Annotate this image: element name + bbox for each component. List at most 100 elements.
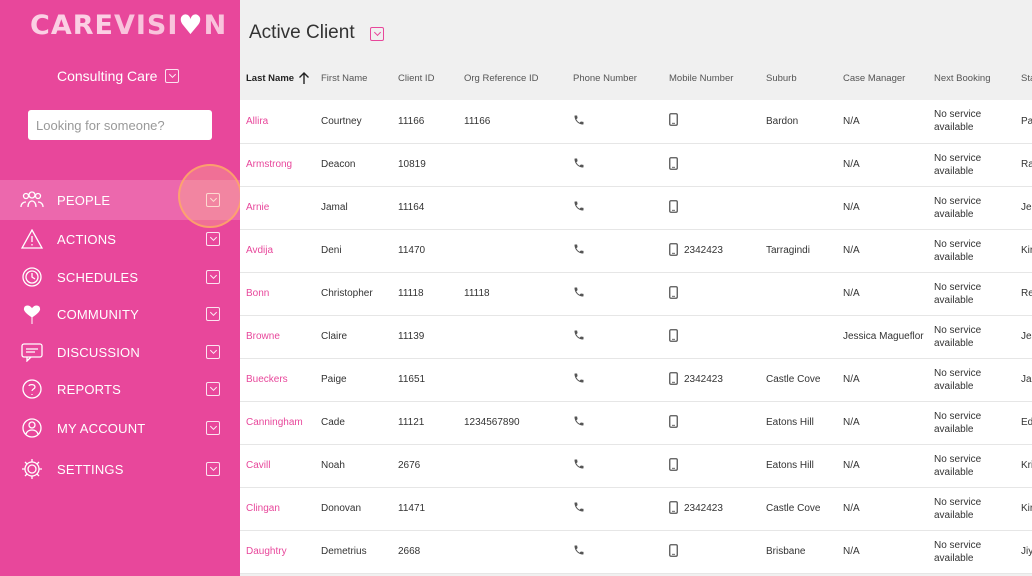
phone-icon[interactable]: [573, 200, 585, 215]
last-name-link[interactable]: Bueckers: [240, 358, 315, 402]
table-row[interactable]: Arnie Jamal 11164 N/A No service available Je…: [240, 186, 1032, 230]
mobile-phone-icon[interactable]: [669, 199, 678, 216]
mobile-phone-icon[interactable]: [669, 113, 678, 129]
chevron-down-icon[interactable]: [206, 382, 220, 396]
phone-icon[interactable]: [573, 114, 585, 129]
mobile-phone-icon[interactable]: [669, 328, 678, 345]
chevron-down-icon[interactable]: [206, 270, 220, 284]
last-name-link[interactable]: Clingan: [240, 487, 315, 531]
chevron-down-icon[interactable]: [206, 345, 220, 359]
chevron-down-icon[interactable]: [165, 69, 180, 83]
case-manager-cell: N/A: [837, 229, 928, 273]
phone-number-cell: [567, 530, 663, 574]
table-row[interactable]: Bonn Christopher 11118 11118 N/A No service a…: [240, 272, 1032, 316]
column-header-case-manager[interactable]: Case Manager: [837, 57, 928, 100]
last-name-link[interactable]: Armstrong: [240, 143, 315, 187]
last-name-link[interactable]: Avdija: [240, 229, 315, 273]
chevron-down-icon[interactable]: [206, 421, 220, 435]
last-name-link[interactable]: Bonn: [240, 272, 315, 316]
column-header-first-name[interactable]: First Name: [315, 57, 392, 100]
phone-icon[interactable]: [573, 372, 585, 387]
sidebar-item-label: COMMUNITY: [57, 306, 139, 322]
sidebar-item-label: PEOPLE: [57, 192, 111, 208]
search-input[interactable]: [28, 110, 212, 140]
column-header-org-reference-id[interactable]: Org Reference ID: [458, 57, 567, 100]
table-row[interactable]: Canningham Cade 11121 1234567890 Eatons Hill…: [240, 401, 1032, 445]
case-manager-cell: N/A: [837, 487, 928, 531]
phone-number-cell: [567, 487, 663, 531]
column-header-phone-number[interactable]: Phone Number: [567, 57, 663, 100]
status-cell: Jer: [1015, 186, 1032, 230]
status-cell: Kir: [1015, 229, 1032, 273]
table-row[interactable]: Clingan Donovan 11471 2342423 Castle Cove N/A…: [240, 487, 1032, 531]
phone-icon[interactable]: [573, 243, 585, 258]
column-header-next-booking[interactable]: Next Booking: [928, 57, 1015, 100]
last-name-link[interactable]: Cavill: [240, 444, 315, 488]
mobile-phone-icon[interactable]: [669, 156, 678, 173]
phone-icon[interactable]: [573, 286, 585, 301]
first-name-cell: Cade: [315, 401, 392, 445]
sidebar-item-reports[interactable]: REPORTS: [0, 370, 240, 408]
org-reference-id-cell: [458, 186, 567, 230]
status-cell: Jiy: [1015, 530, 1032, 574]
phone-icon[interactable]: [573, 501, 585, 516]
table-row[interactable]: Avdija Deni 11470 2342423 Tarragindi N/A No se…: [240, 229, 1032, 273]
table-row[interactable]: Allira Courtney 11166 11166 Bardon N/A No serv…: [240, 100, 1032, 144]
phone-icon[interactable]: [573, 458, 585, 473]
org-name: Consulting Care: [57, 68, 158, 84]
client-id-cell: 11121: [392, 401, 458, 445]
carevision-logo[interactable]: CAREVISI♥N: [30, 10, 227, 41]
phone-icon[interactable]: [573, 157, 585, 172]
column-header-suburb[interactable]: Suburb: [760, 57, 837, 100]
column-header-mobile-number[interactable]: Mobile Number: [663, 57, 760, 100]
sidebar-item-discussion[interactable]: DISCUSSION: [0, 333, 240, 371]
people-icon: [20, 188, 44, 212]
column-header-sta[interactable]: Sta: [1015, 57, 1032, 100]
table-row[interactable]: Bueckers Paige 11651 2342423 Castle Cove N/A N…: [240, 358, 1032, 402]
mobile-phone-icon[interactable]: [669, 285, 678, 302]
mobile-phone-icon[interactable]: [669, 500, 678, 517]
sort-arrow-up-icon[interactable]: [298, 72, 310, 85]
sidebar-item-community[interactable]: COMMUNITY: [0, 295, 240, 333]
phone-number-cell: [567, 186, 663, 230]
mobile-number-cell: 2342423: [663, 487, 760, 531]
sidebar-item-schedules[interactable]: SCHEDULES: [0, 258, 240, 296]
chevron-down-icon[interactable]: [206, 307, 220, 321]
table-row[interactable]: Cavill Noah 2676 Eatons Hill N/A No service a…: [240, 444, 1032, 488]
last-name-link[interactable]: Canningham: [240, 401, 315, 445]
org-reference-id-cell: [458, 229, 567, 273]
phone-icon[interactable]: [573, 329, 585, 344]
sidebar-item-label: SETTINGS: [57, 461, 124, 477]
chat-icon: [20, 340, 44, 364]
sidebar-item-my-account[interactable]: MY ACCOUNT: [0, 409, 240, 447]
next-booking-cell: No service available: [928, 100, 1015, 144]
mobile-phone-icon[interactable]: [669, 414, 678, 431]
sidebar-item-settings[interactable]: SETTINGS: [0, 450, 240, 488]
table-row[interactable]: Daughtry Demetrius 2668 Brisbane N/A No servi…: [240, 530, 1032, 574]
phone-icon[interactable]: [573, 544, 585, 559]
table-row[interactable]: Armstrong Deacon 10819 N/A No service availa…: [240, 143, 1032, 187]
suburb-cell: [760, 315, 837, 359]
last-name-link[interactable]: Browne: [240, 315, 315, 359]
suburb-cell: Castle Cove: [760, 358, 837, 402]
table-row[interactable]: Browne Claire 11139 Jessica Magueflor No ser…: [240, 315, 1032, 359]
status-cell: Kri: [1015, 444, 1032, 488]
last-name-link[interactable]: Allira: [240, 100, 315, 144]
next-booking-cell: No service available: [928, 530, 1015, 574]
last-name-link[interactable]: Arnie: [240, 186, 315, 230]
org-selector[interactable]: Consulting Care: [57, 68, 180, 84]
mobile-number-cell: [663, 272, 760, 316]
column-header-client-id[interactable]: Client ID: [392, 57, 458, 100]
mobile-phone-icon[interactable]: [669, 242, 678, 259]
org-reference-id-cell: [458, 487, 567, 531]
chevron-down-icon[interactable]: [206, 462, 220, 476]
chevron-down-icon[interactable]: [206, 232, 220, 246]
mobile-phone-icon[interactable]: [669, 543, 678, 560]
mobile-phone-icon[interactable]: [669, 457, 678, 474]
mobile-phone-icon[interactable]: [669, 371, 678, 388]
column-header-last-name[interactable]: Last Name: [240, 57, 315, 100]
phone-icon[interactable]: [573, 415, 585, 430]
status-cell: Jes: [1015, 315, 1032, 359]
last-name-link[interactable]: Daughtry: [240, 530, 315, 574]
chevron-down-icon[interactable]: [370, 27, 384, 41]
